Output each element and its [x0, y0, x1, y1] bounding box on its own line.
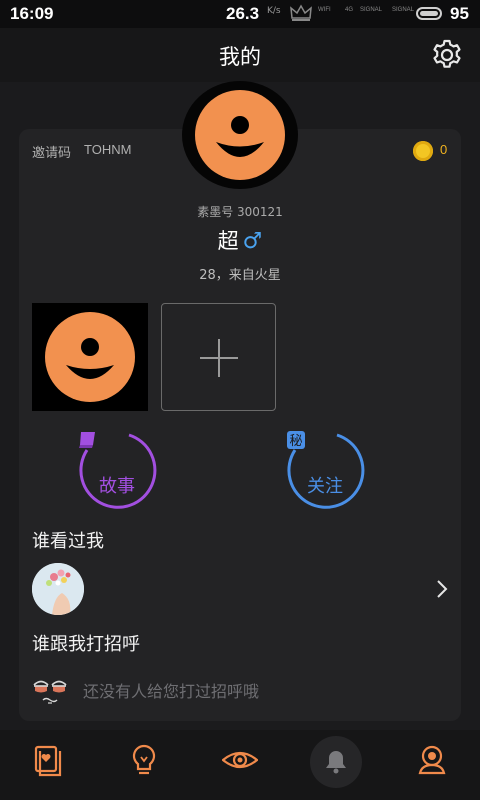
bottom-tab-bar — [0, 730, 480, 800]
coin-count: 0 — [440, 142, 448, 157]
gear-icon[interactable] — [430, 38, 464, 72]
wifi-label: WIFI — [318, 7, 331, 13]
signal-label: SIGNAL — [360, 7, 383, 13]
status-bar: 16:09 26.3 K/s WIFI 4G SIGNAL SIGNAL 95 — [0, 0, 480, 28]
sleepy-face-icon — [33, 680, 67, 704]
svg-text:秘: 秘 — [289, 434, 302, 449]
greet-empty-text: 还没有人给您打过招呼哦 — [83, 682, 260, 701]
greet-title: 谁跟我打招呼 — [32, 634, 140, 655]
visitor-photo — [32, 563, 84, 615]
profile-photo[interactable] — [32, 303, 148, 411]
story-label: 故事 — [99, 476, 135, 497]
add-photo-button[interactable] — [161, 303, 276, 411]
invite-code[interactable]: TOHNM — [84, 142, 131, 157]
visitor-avatar[interactable] — [32, 563, 84, 615]
bulb-icon — [132, 744, 156, 775]
tab-profile[interactable] — [384, 730, 480, 800]
page-title: 我的 — [219, 45, 261, 69]
app-header: 我的 — [0, 28, 480, 82]
network-speed-unit: K/s — [267, 6, 281, 16]
bell-icon — [326, 751, 346, 774]
profile-card: 邀请码 TOHNM 0 素墨号 300121 超 ♂ 28，来自火星 故事 秘 … — [19, 129, 461, 721]
network-speed: 26.3 — [226, 4, 260, 23]
follow-label: 关注 — [307, 476, 343, 497]
smiley-face-icon — [45, 312, 135, 402]
secret-icon: 秘 — [287, 431, 305, 449]
status-time: 16:09 — [10, 4, 54, 23]
visitors-title: 谁看过我 — [32, 531, 104, 552]
user-id: 素墨号 300121 — [197, 205, 283, 219]
user-name: 超 — [217, 229, 239, 253]
signal-label-2: SIGNAL — [392, 7, 415, 13]
age-location: 28，来自火星 — [199, 268, 281, 283]
story-button[interactable]: 故事 — [77, 430, 157, 510]
cards-icon — [34, 745, 62, 777]
tab-ideas[interactable] — [96, 730, 192, 800]
network-type-label: 4G — [345, 7, 354, 13]
smiley-face-icon — [182, 81, 298, 189]
tab-notifications[interactable] — [288, 730, 384, 800]
tab-discover[interactable] — [192, 730, 288, 800]
crown-icon — [290, 4, 312, 21]
battery-level: 95 — [450, 4, 469, 23]
book-icon — [79, 432, 95, 448]
eye-icon — [222, 751, 258, 769]
battery-icon — [416, 7, 442, 20]
male-icon: ♂ — [242, 229, 263, 254]
profile-avatar[interactable] — [180, 80, 300, 190]
person-icon — [418, 745, 446, 775]
follow-button[interactable]: 秘 关注 — [285, 430, 365, 510]
chevron-right-icon[interactable] — [435, 578, 449, 600]
invite-label: 邀请码 — [32, 146, 72, 161]
tab-stories[interactable] — [0, 730, 96, 800]
user-name-row: 超 ♂ — [19, 225, 461, 255]
coin-icon — [413, 141, 433, 161]
